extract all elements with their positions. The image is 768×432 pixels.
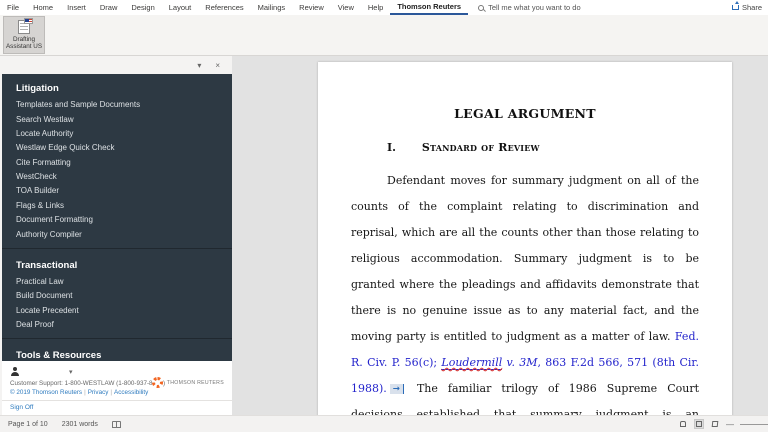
print-layout-icon[interactable] (694, 419, 704, 429)
web-layout-icon[interactable] (710, 419, 720, 429)
share-icon (732, 5, 739, 10)
share-label: Share (742, 3, 762, 12)
pane-item-westcheck[interactable]: WestCheck (2, 170, 232, 184)
tab-help[interactable]: Help (361, 0, 390, 15)
pane-item-build-document[interactable]: Build Document (2, 289, 232, 303)
page-indicator[interactable]: Page 1 of 10 (8, 421, 48, 428)
document-section-heading: I. Standard of Review (387, 141, 699, 154)
pane-item-templates[interactable]: Templates and Sample Documents (2, 98, 232, 112)
pane-content: Litigation Templates and Sample Document… (2, 74, 232, 361)
user-icon[interactable] (10, 367, 19, 376)
pane-item-search-westlaw[interactable]: Search Westlaw (2, 112, 232, 126)
pane-item-document-formatting[interactable]: Document Formatting (2, 213, 232, 227)
word-count[interactable]: 2301 words (62, 421, 98, 428)
section-number: I. (387, 141, 396, 154)
tab-thomson-reuters[interactable]: Thomson Reuters (390, 0, 468, 15)
section-title: Standard of Review (422, 141, 540, 154)
user-caret-icon[interactable]: ▾ (69, 368, 73, 376)
section-header-litigation: Litigation (2, 78, 232, 98)
pane-collapse-icon[interactable]: ▾ (197, 61, 201, 70)
share-button[interactable]: Share (732, 3, 762, 12)
pane-item-toa-builder[interactable]: TOA Builder (2, 184, 232, 198)
proofing-icon[interactable] (112, 421, 121, 428)
tab-references[interactable]: References (198, 0, 250, 15)
pane-item-authority-compiler[interactable]: Authority Compiler (2, 227, 232, 241)
main-area: ▾ × Litigation Templates and Sample Docu… (0, 56, 768, 415)
pane-item-flags-links[interactable]: Flags & Links (2, 199, 232, 213)
ribbon-body: Drafting Assistant US (0, 15, 768, 56)
section-litigation: Litigation Templates and Sample Document… (2, 74, 232, 244)
sign-off-link[interactable]: Sign Off (10, 404, 33, 411)
citation-link[interactable]: v. 3M (502, 356, 537, 369)
tab-view[interactable]: View (331, 0, 361, 15)
thomson-reuters-name: THOMSON REUTERS (167, 380, 224, 386)
pane-item-locate-precedent[interactable]: Locate Precedent (2, 304, 232, 318)
tab-draw[interactable]: Draw (93, 0, 125, 15)
thomson-reuters-brand: THOMSON REUTERS (152, 377, 224, 388)
tab-review[interactable]: Review (292, 0, 331, 15)
tab-mailings[interactable]: Mailings (251, 0, 293, 15)
thomson-reuters-logo (152, 377, 163, 388)
tab-design[interactable]: Design (124, 0, 161, 15)
accessibility-link[interactable]: Accessibility (114, 389, 148, 396)
pane-header: ▾ × (0, 56, 232, 74)
tell-me-box[interactable]: Tell me what you want to do (478, 3, 581, 12)
section-header-transactional: Transactional (2, 255, 232, 275)
zoom-out-icon[interactable]: — (726, 420, 734, 429)
document-title: LEGAL ARGUMENT (351, 106, 699, 121)
tab-home[interactable]: Home (26, 0, 60, 15)
document-paragraphs: Defendant moves for summary judgment on … (351, 168, 699, 415)
section-header-tools: Tools & Resources (2, 345, 232, 361)
copyright-link[interactable]: © 2019 Thomson Reuters (10, 389, 82, 396)
ribbon-tab-bar: File Home Insert Draw Design Layout Refe… (0, 0, 768, 15)
tab-file[interactable]: File (0, 0, 26, 15)
us-flag-document-icon (18, 20, 30, 34)
pane-close-icon[interactable]: × (215, 61, 220, 70)
pane-item-cite-formatting[interactable]: Cite Formatting (2, 156, 232, 170)
section-tools-resources: Tools & Resources PDF Converter Search K… (2, 338, 232, 361)
pane-item-quick-check[interactable]: Westlaw Edge Quick Check (2, 141, 232, 155)
pane-item-locate-authority[interactable]: Locate Authority (2, 127, 232, 141)
section-transactional: Transactional Practical Law Build Docume… (2, 248, 232, 335)
document-area: LEGAL ARGUMENT I. Standard of Review Def… (232, 56, 768, 415)
zoom-slider[interactable] (740, 424, 768, 425)
pane-item-practical-law[interactable]: Practical Law (2, 275, 232, 289)
document-page[interactable]: LEGAL ARGUMENT I. Standard of Review Def… (318, 62, 732, 415)
tab-insert[interactable]: Insert (60, 0, 93, 15)
footer-links: © 2019 Thomson Reuters|Privacy|Accessibi… (2, 388, 232, 400)
pane-footer: ▾ Customer Support: 1-800-WESTLAW (1-800… (2, 361, 232, 415)
drafting-assistant-label: Drafting Assistant US (4, 36, 44, 50)
search-icon (478, 5, 484, 11)
status-bar: Page 1 of 10 2301 words — (0, 415, 768, 432)
drafting-assistant-pane: ▾ × Litigation Templates and Sample Docu… (0, 56, 232, 415)
tab-layout[interactable]: Layout (162, 0, 199, 15)
tell-me-label: Tell me what you want to do (488, 3, 581, 12)
tab-marker-right-icon[interactable]: → (390, 384, 404, 394)
citation-link[interactable]: Loudermill (441, 356, 502, 370)
privacy-link[interactable]: Privacy (88, 389, 109, 396)
read-mode-icon[interactable] (678, 419, 688, 429)
paragraph: Defendant moves for summary judgment on … (351, 168, 699, 415)
pane-item-deal-proof[interactable]: Deal Proof (2, 318, 232, 332)
body-text: Defendant moves for summary judgment on … (351, 174, 699, 343)
drafting-assistant-button[interactable]: Drafting Assistant US (3, 16, 45, 54)
